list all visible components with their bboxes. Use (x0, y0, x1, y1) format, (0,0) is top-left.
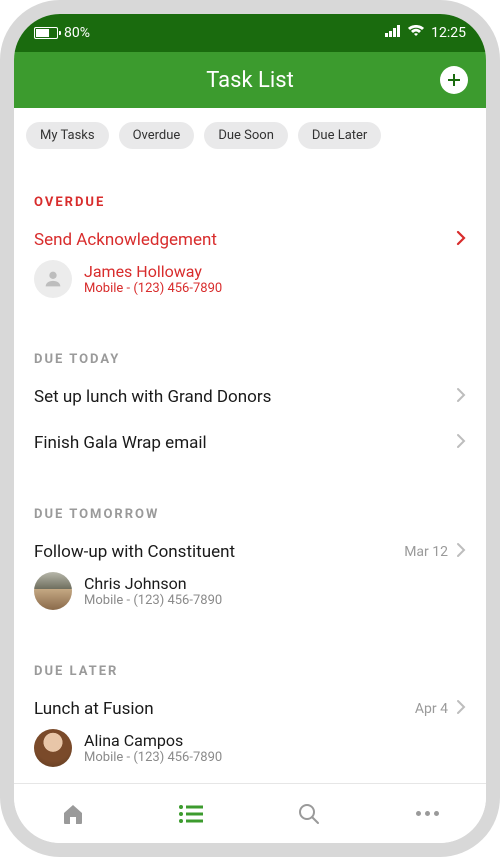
chevron-right-icon (456, 387, 466, 407)
section-overdue: OVERDUE Send Acknowledgement James Hollo… (14, 159, 486, 316)
task-title: Follow-up with Constituent (34, 542, 404, 562)
section-due-tomorrow: DUE TOMORROW Follow-up with Constituent … (14, 471, 486, 628)
home-icon (61, 802, 85, 826)
task-title: Set up lunch with Grand Donors (34, 387, 456, 407)
contact-row[interactable]: Chris Johnson Mobile - (123) 456-7890 (34, 572, 466, 610)
task-title: Finish Gala Wrap email (34, 433, 456, 453)
plus-icon (446, 72, 462, 88)
list-icon (178, 804, 204, 824)
filter-overdue[interactable]: Overdue (119, 122, 195, 149)
phone-frame: 80% 12:25 Task List My Tasks Overdue Due… (0, 0, 500, 857)
task-date: Apr 4 (415, 701, 448, 717)
nav-tasks[interactable] (169, 792, 213, 836)
add-task-button[interactable] (440, 66, 468, 94)
filter-due-later[interactable]: Due Later (298, 122, 381, 149)
contact-row[interactable]: James Holloway Mobile - (123) 456-7890 (34, 260, 466, 298)
nav-more[interactable] (405, 792, 449, 836)
page-title: Task List (206, 68, 294, 93)
contact-name: Chris Johnson (84, 574, 222, 593)
task-item[interactable]: Send Acknowledgement James Holloway Mobi… (34, 222, 466, 316)
section-header-due-later: DUE LATER (34, 664, 466, 679)
task-item[interactable]: Follow-up with Constituent Mar 12 Chris … (34, 534, 466, 628)
section-header-overdue: OVERDUE (34, 195, 466, 210)
battery-level: 80% (64, 25, 90, 41)
person-icon (42, 268, 64, 290)
chevron-right-icon (456, 433, 466, 453)
section-header-due-tomorrow: DUE TOMORROW (34, 507, 466, 522)
chevron-right-icon (456, 542, 466, 562)
avatar (34, 572, 72, 610)
filter-due-soon[interactable]: Due Soon (204, 122, 288, 149)
contact-phone: Mobile - (123) 456-7890 (84, 593, 222, 608)
filter-my-tasks[interactable]: My Tasks (26, 122, 109, 149)
section-header-due-today: DUE TODAY (34, 352, 466, 367)
chevron-right-icon (456, 699, 466, 719)
contact-phone: Mobile - (123) 456-7890 (84, 750, 222, 765)
bottom-nav (14, 783, 486, 843)
section-due-today: DUE TODAY Set up lunch with Grand Donors… (14, 316, 486, 471)
nav-home[interactable] (51, 792, 95, 836)
avatar (34, 729, 72, 767)
task-item[interactable]: Finish Gala Wrap email (34, 425, 466, 471)
signal-icon (385, 25, 401, 41)
avatar-placeholder (34, 260, 72, 298)
nav-search[interactable] (287, 792, 331, 836)
chevron-right-icon (456, 230, 466, 250)
task-item[interactable]: Lunch at Fusion Apr 4 Alina Campos Mobil… (34, 691, 466, 783)
status-bar: 80% 12:25 (14, 14, 486, 52)
contact-name: James Holloway (84, 262, 222, 281)
task-item[interactable]: Set up lunch with Grand Donors (34, 379, 466, 425)
section-due-later: DUE LATER Lunch at Fusion Apr 4 Alina Ca… (14, 628, 486, 783)
filter-row: My Tasks Overdue Due Soon Due Later (14, 108, 486, 159)
contact-row[interactable]: Alina Campos Mobile - (123) 456-7890 (34, 729, 466, 767)
contact-name: Alina Campos (84, 731, 222, 750)
task-date: Mar 12 (404, 544, 448, 560)
more-icon (416, 811, 439, 816)
search-icon (297, 802, 321, 826)
task-title: Lunch at Fusion (34, 699, 415, 719)
wifi-icon (407, 25, 425, 41)
battery-icon (34, 27, 58, 39)
clock: 12:25 (431, 25, 466, 41)
app-header: Task List (14, 52, 486, 108)
task-title: Send Acknowledgement (34, 230, 456, 250)
task-scroll-area[interactable]: My Tasks Overdue Due Soon Due Later OVER… (14, 108, 486, 783)
contact-phone: Mobile - (123) 456-7890 (84, 281, 222, 296)
